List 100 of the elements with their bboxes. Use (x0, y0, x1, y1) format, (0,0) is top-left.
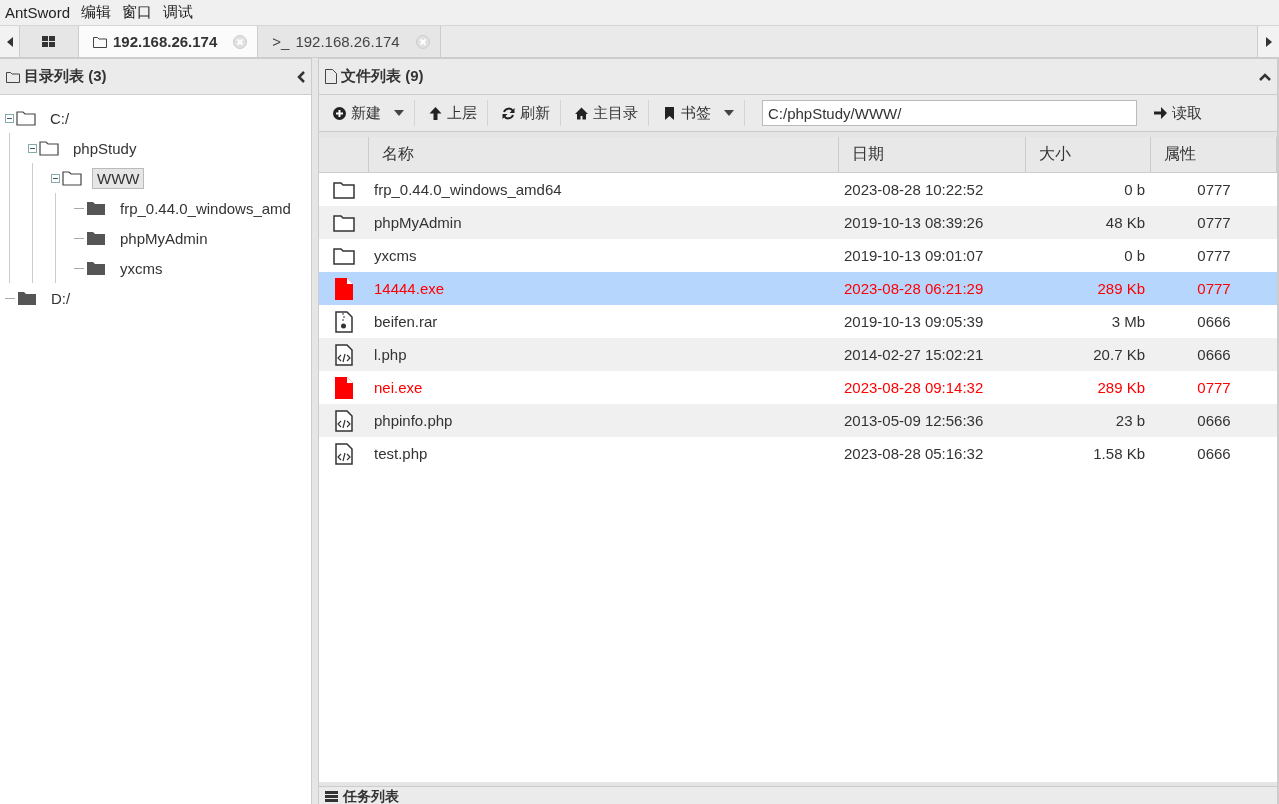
file-name: l.php (374, 346, 407, 363)
folder-icon (333, 180, 355, 199)
panel-title: 任务列表 (343, 787, 399, 804)
home-icon (575, 106, 588, 120)
file-size: 1.58 Kb (1093, 445, 1145, 462)
tree-item[interactable]: D:/ (47, 288, 75, 308)
file-name: phpMyAdmin (374, 214, 462, 231)
plus-icon (333, 106, 346, 120)
file-attributes: 0777 (1197, 181, 1231, 198)
folder-icon (16, 110, 36, 126)
file-attributes: 0666 (1197, 412, 1231, 429)
folder-icon (333, 246, 355, 265)
tree-item[interactable]: phpMyAdmin (116, 228, 212, 248)
file-date: 2019-10-13 09:05:39 (844, 313, 984, 330)
folder-icon (333, 213, 355, 232)
file-size: 3 Mb (1111, 313, 1145, 330)
folder-icon (6, 70, 20, 83)
list-icon (325, 790, 338, 802)
toolbar-button[interactable]: 上层 (415, 100, 488, 126)
file-row[interactable]: phpMyAdmin 2019-10-13 08:39:26 48 Kb 0777 (319, 206, 1277, 239)
path-field[interactable]: C:/phpStudy/WWW/ (762, 100, 1137, 126)
file-name: test.php (374, 445, 428, 462)
collapse-icon[interactable] (51, 173, 60, 183)
file-size: 20.7 Kb (1093, 346, 1145, 363)
file-size: 289 Kb (1097, 280, 1145, 297)
collapse-left-icon[interactable] (297, 70, 305, 83)
toolbar-button[interactable]: 书签 (649, 100, 745, 126)
tree-item[interactable]: C:/ (46, 108, 74, 128)
menu-item[interactable]: 编辑 (76, 3, 118, 22)
file-attributes: 0666 (1197, 445, 1231, 462)
file-date: 2014-02-27 15:02:21 (844, 346, 984, 363)
column-header[interactable]: 名称 (369, 137, 839, 173)
toolbar-button[interactable]: 主目录 (561, 100, 649, 126)
collapse-up-icon[interactable] (1259, 72, 1271, 81)
code-file-icon (335, 442, 353, 465)
column-header[interactable]: 属性 (1151, 137, 1277, 173)
tab[interactable]: >_ 192.168.26.174 (258, 26, 441, 57)
tree-item[interactable]: frp_0.44.0_windows_amd (116, 198, 295, 218)
file-icon (335, 376, 353, 399)
folder-icon (17, 290, 37, 306)
code-file-icon (335, 343, 353, 366)
scroll-left-icon[interactable] (6, 36, 13, 47)
tab[interactable]: 192.168.26.174 (79, 26, 259, 57)
bookmark-icon (663, 106, 676, 120)
toolbar-button[interactable]: 新建 (319, 100, 415, 126)
file-attributes: 0666 (1197, 346, 1231, 363)
file-attributes: 0777 (1197, 247, 1231, 264)
file-size: 0 b (1124, 181, 1145, 198)
file-row[interactable]: yxcms 2019-10-13 09:01:07 0 b 0777 (319, 239, 1277, 272)
file-icon (325, 69, 337, 84)
code-file-icon (335, 409, 353, 432)
scroll-right-icon[interactable] (1265, 36, 1272, 47)
file-row[interactable]: frp_0.44.0_windows_amd64 2023-08-28 10:22:52 0 b 0777 (319, 173, 1277, 206)
file-attributes: 0666 (1197, 313, 1231, 330)
collapse-icon[interactable] (28, 143, 37, 153)
file-date: 2013-05-09 12:56:36 (844, 412, 984, 429)
file-date: 2023-08-28 05:16:32 (844, 445, 984, 462)
panel-title: 文件列表 (9) (341, 67, 424, 86)
tree-item[interactable]: phpStudy (69, 138, 141, 158)
file-size: 23 b (1115, 412, 1145, 429)
tree-item[interactable]: WWW (92, 167, 145, 189)
file-size: 0 b (1124, 247, 1145, 264)
archive-file-icon (335, 310, 353, 333)
file-name: nei.exe (374, 379, 423, 396)
panel-title: 目录列表 (3) (24, 67, 107, 86)
file-date: 2019-10-13 08:39:26 (844, 214, 984, 231)
tree-item[interactable]: yxcms (116, 258, 167, 278)
file-size: 48 Kb (1105, 214, 1145, 231)
file-row[interactable]: phpinfo.php 2013-05-09 12:56:36 23 b 0666 (319, 404, 1277, 437)
folder-icon (93, 35, 107, 48)
file-name: beifen.rar (374, 313, 438, 330)
toolbar-button[interactable]: 刷新 (488, 100, 561, 126)
file-attributes: 0777 (1197, 379, 1231, 396)
file-icon (335, 277, 353, 300)
folder-icon (86, 200, 106, 216)
menu-item[interactable]: 调试 (158, 3, 200, 22)
file-attributes: 0777 (1197, 280, 1231, 297)
folder-icon (39, 140, 59, 156)
column-header[interactable]: 大小 (1026, 137, 1151, 173)
up-arrow-icon (429, 106, 442, 120)
menu-item[interactable]: 窗口 (117, 3, 159, 22)
caret-icon (724, 110, 734, 116)
caret-icon (394, 110, 404, 116)
column-header[interactable]: 日期 (839, 137, 1026, 173)
collapse-icon[interactable] (5, 113, 14, 123)
folder-icon (86, 230, 106, 246)
tab-label: 192.168.26.174 (113, 33, 218, 50)
file-date: 2019-10-13 09:01:07 (844, 247, 984, 264)
menu-item[interactable]: AntSword (0, 4, 77, 21)
file-attributes: 0777 (1197, 214, 1231, 231)
read-button[interactable]: 读取 (1140, 100, 1212, 126)
file-row[interactable]: test.php 2023-08-28 05:16:32 1.58 Kb 0666 (319, 437, 1277, 470)
file-row[interactable]: l.php 2014-02-27 15:02:21 20.7 Kb 0666 (319, 338, 1277, 371)
tab[interactable] (20, 26, 79, 57)
grid-icon (42, 35, 56, 48)
file-date: 2023-08-28 09:14:32 (844, 379, 984, 396)
file-row[interactable]: beifen.rar 2019-10-13 09:05:39 3 Mb 0666 (319, 305, 1277, 338)
folder-icon (62, 170, 82, 186)
file-row[interactable]: nei.exe 2023-08-28 09:14:32 289 Kb 0777 (319, 371, 1277, 404)
tab-label: 192.168.26.174 (295, 33, 400, 50)
